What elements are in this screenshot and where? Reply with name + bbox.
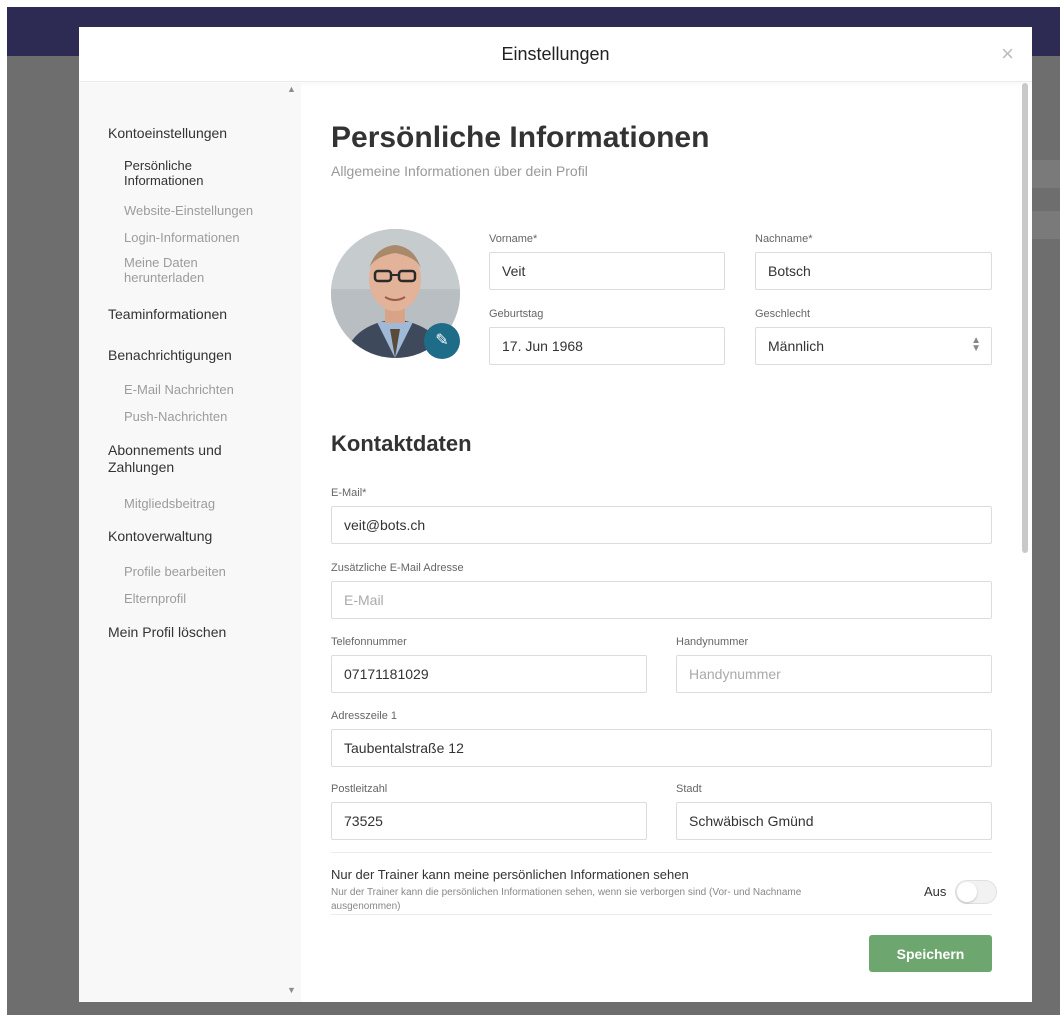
- privacy-description: Nur der Trainer kann die persönlichen In…: [331, 887, 802, 912]
- lastname-field[interactable]: [755, 252, 992, 290]
- sidebar-item-push-nachrichten[interactable]: Push-Nachrichten: [124, 409, 264, 424]
- sidebar-section-abonnements[interactable]: Abonnements und Zahlungen: [108, 442, 238, 476]
- mobile-label: Handynummer: [676, 636, 749, 648]
- email-field[interactable]: [331, 506, 992, 544]
- lastname-label: Nachname*: [755, 233, 813, 245]
- sidebar-item-persoenliche-informationen[interactable]: Persönliche Informationen: [124, 158, 234, 188]
- address-label: Adresszeile 1: [331, 710, 398, 722]
- mobile-field[interactable]: [676, 655, 992, 693]
- firstname-field[interactable]: [489, 252, 725, 290]
- email-label: E-Mail*: [331, 487, 367, 499]
- birthday-label: Geburtstag: [489, 308, 544, 320]
- zip-label: Postleitzahl: [331, 783, 388, 795]
- sidebar-section-profil-loeschen[interactable]: Mein Profil löschen: [108, 624, 258, 641]
- backdrop-panel: [1032, 211, 1060, 239]
- modal-header: Einstellungen ×: [79, 27, 1032, 82]
- sidebar-item-mitgliedsbeitrag[interactable]: Mitgliedsbeitrag: [124, 496, 264, 511]
- privacy-toggle[interactable]: [955, 880, 997, 904]
- email2-label: Zusätzliche E-Mail Adresse: [331, 562, 464, 574]
- sidebar-section-benachrichtigungen[interactable]: Benachrichtigungen: [108, 347, 258, 364]
- close-icon[interactable]: ×: [1001, 41, 1014, 67]
- pencil-icon[interactable]: ✎: [424, 323, 460, 359]
- gender-value: Männlich: [768, 338, 825, 354]
- gender-select[interactable]: Männlich ▲ ▼: [755, 327, 992, 365]
- gender-label: Geschlecht: [755, 308, 811, 320]
- sidebar-item-elternprofil[interactable]: Elternprofil: [124, 591, 264, 606]
- chevron-updown-icon: ▲ ▼: [971, 335, 981, 354]
- privacy-title: Nur der Trainer kann meine persönlichen …: [331, 867, 689, 882]
- sidebar-section-kontoeinstellungen[interactable]: Kontoeinstellungen: [108, 125, 258, 142]
- sidebar-item-email-nachrichten[interactable]: E-Mail Nachrichten: [124, 382, 264, 397]
- page-subtitle: Allgemeine Informationen über dein Profi…: [331, 163, 588, 179]
- page-title: Persönliche Informationen: [331, 121, 710, 154]
- city-label: Stadt: [676, 783, 702, 795]
- zip-field[interactable]: [331, 802, 647, 840]
- toggle-knob: [957, 882, 977, 902]
- divider: [331, 914, 992, 915]
- firstname-label: Vorname*: [489, 233, 538, 245]
- city-field[interactable]: [676, 802, 992, 840]
- scroll-down-icon[interactable]: ▼: [287, 985, 296, 995]
- sidebar-section-kontoverwaltung[interactable]: Kontoverwaltung: [108, 528, 258, 545]
- modal-title: Einstellungen: [501, 44, 610, 64]
- sidebar-scrollbar[interactable]: [285, 83, 301, 1002]
- sidebar-item-meine-daten[interactable]: Meine Daten herunterladen: [124, 255, 219, 285]
- scroll-up-icon[interactable]: ▲: [287, 84, 296, 94]
- content-scrollbar[interactable]: [1022, 83, 1028, 553]
- email2-field[interactable]: [331, 581, 992, 619]
- sidebar-item-profile-bearbeiten[interactable]: Profile bearbeiten: [124, 564, 264, 579]
- phone-field[interactable]: [331, 655, 647, 693]
- backdrop-panel: [1032, 160, 1060, 188]
- sidebar-item-website-einstellungen[interactable]: Website-Einstellungen: [124, 203, 264, 218]
- phone-label: Telefonnummer: [331, 636, 407, 648]
- birthday-field[interactable]: [489, 327, 725, 365]
- address-field[interactable]: [331, 729, 992, 767]
- privacy-toggle-label: Aus: [924, 884, 947, 899]
- divider: [331, 852, 992, 853]
- save-button[interactable]: Speichern: [869, 935, 992, 972]
- sidebar-item-login-informationen[interactable]: Login-Informationen: [124, 230, 264, 245]
- sidebar-section-teaminformationen[interactable]: Teaminformationen: [108, 306, 258, 323]
- settings-modal: Einstellungen × ▲ ▼ Kontoeinstellungen P…: [79, 27, 1032, 1002]
- contact-section-title: Kontaktdaten: [331, 431, 472, 456]
